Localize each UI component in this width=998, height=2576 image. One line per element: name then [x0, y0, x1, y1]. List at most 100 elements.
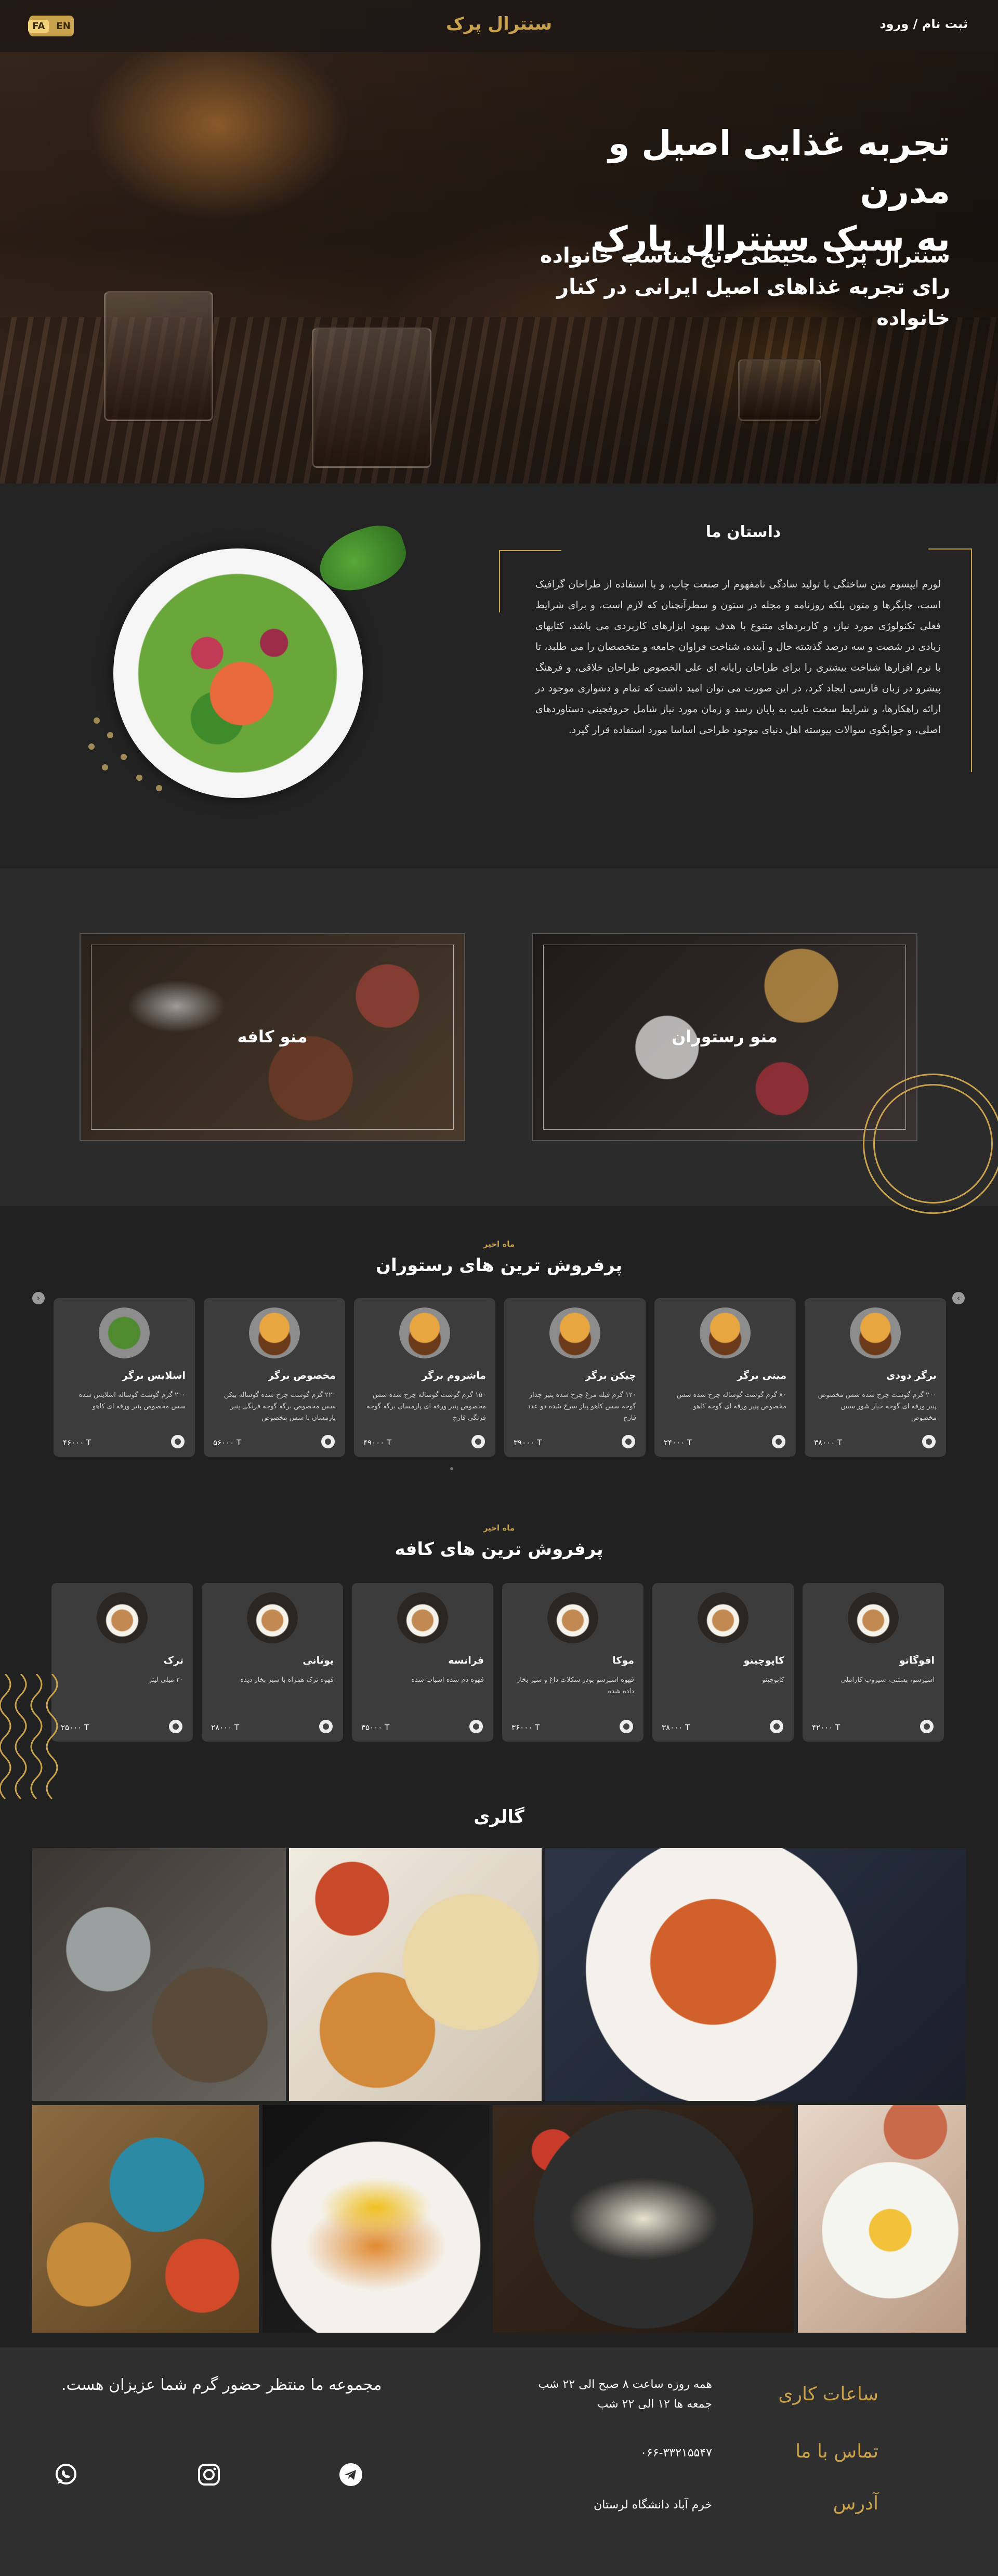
product-card[interactable]: ماشروم برگر ۱۵۰ گرم گوشت گوساله چرخ شده س… — [354, 1298, 495, 1457]
gallery-image[interactable] — [493, 2105, 794, 2333]
product-card[interactable]: افوگاتو اسپرسو، بستنی، سیروپ کاراملی ۴۲۰۰۰… — [803, 1583, 944, 1742]
product-price: ۴۹۰۰۰ T — [363, 1438, 392, 1447]
cart-icon[interactable] — [319, 1720, 333, 1733]
instagram-icon[interactable] — [196, 2462, 222, 2488]
slider-dot[interactable] — [450, 1467, 453, 1470]
product-description: ۸۰ گرم گوشت گوساله چرخ شده سس مخصوص پنیر… — [676, 1391, 786, 1410]
seed-decoration — [102, 764, 108, 770]
arrow-right-icon[interactable]: › — [952, 1292, 965, 1304]
seed-decoration — [156, 785, 162, 791]
seed-decoration — [136, 775, 142, 781]
footer-phone[interactable]: ۰۶۶-۳۳۲۱۵۵۴۷ — [463, 2443, 712, 2463]
footer-hours-text: همه روزه ساعت ۸ صبح الی ۲۲ شب جمعه ها ۱۲… — [463, 2375, 712, 2414]
footer-welcome-text: مجموعه ما منتظر حضور گرم شما عزیزان هست. — [61, 2376, 382, 2394]
product-name: مینی برگر — [737, 1370, 786, 1381]
product-image — [698, 1592, 748, 1643]
gallery-title: گالری — [474, 1807, 524, 1827]
product-card[interactable]: مخصوص برگر ۲۲۰ گرم گوشت چرخ شده گوساله بی… — [204, 1298, 345, 1457]
rings-decoration — [873, 1084, 993, 1204]
product-price: ۴۶۰۰۰ T — [63, 1438, 91, 1447]
footer-address: خرم آباد دانشگاه لرستان — [594, 2499, 712, 2512]
product-card[interactable]: اسلایس برگر ۲۰۰ گرم گوشت گوساله اسلایس شد… — [54, 1298, 195, 1457]
product-price: ۲۴۰۰۰ T — [664, 1438, 692, 1447]
cafe-menu-card[interactable]: منو کافه — [80, 933, 465, 1141]
cart-icon[interactable] — [321, 1435, 335, 1448]
product-image — [397, 1592, 448, 1643]
cart-icon[interactable] — [622, 1435, 635, 1448]
cart-icon[interactable] — [469, 1720, 483, 1733]
product-image — [549, 1307, 600, 1358]
hero-subtitle-line: رای تجربه غذاهای اصیل ایرانی در کنار خان… — [557, 275, 950, 330]
product-name: اسلایس برگر — [122, 1370, 186, 1381]
product-price: ۵۶۰۰۰ T — [213, 1438, 242, 1447]
login-register-link[interactable]: ثبت نام / ورود — [879, 17, 968, 31]
product-image — [97, 1592, 148, 1643]
cart-icon[interactable] — [471, 1435, 485, 1448]
restaurant-section-title: پرفروش ترین های رستوران — [375, 1255, 623, 1276]
product-description: ۲۰۰ گرم گوشت گوساله اسلایس شده سس مخصوص … — [78, 1391, 186, 1410]
cart-icon[interactable] — [922, 1435, 936, 1448]
product-price: ۳۵۰۰۰ T — [361, 1723, 390, 1732]
lang-fa-button[interactable]: FA — [28, 19, 49, 33]
footer-address-label[interactable]: آدرس — [833, 2493, 878, 2514]
cafe-menu-label: منو کافه — [237, 1027, 308, 1047]
cafe-section-title: پرفروش ترین های کافه — [395, 1539, 603, 1560]
product-price: ۳۸۰۰۰ T — [662, 1723, 690, 1732]
product-description: ۱۵۰ گرم گوشت گوساله چرخ شده سس مخصوص پنی… — [366, 1391, 486, 1422]
restaurant-eyebrow: ماه اخیر — [483, 1239, 515, 1249]
product-image — [249, 1307, 300, 1358]
gallery-image[interactable] — [798, 2105, 966, 2333]
product-card[interactable]: موکا قهوه اسپرسو پودر شکلات داغ و شیر بخا… — [502, 1583, 644, 1742]
gallery-image[interactable] — [545, 1848, 966, 2101]
cart-icon[interactable] — [171, 1435, 185, 1448]
site-header: FA EN سنترال پرک ثبت نام / ورود — [0, 0, 998, 52]
language-switch[interactable]: FA EN — [28, 16, 74, 36]
gallery-image[interactable] — [289, 1848, 542, 2101]
product-name: یونانی — [303, 1655, 334, 1666]
cart-icon[interactable] — [772, 1435, 785, 1448]
hero-title-line: تجربه غذایی اصیل و مدرن — [608, 123, 950, 211]
restaurant-menu-card[interactable]: منو رستوران — [532, 933, 917, 1141]
cart-icon[interactable] — [920, 1720, 934, 1733]
product-name: برگر دودی — [886, 1370, 937, 1381]
product-description: قهوه ترک همراه با شیر بخار دیده — [240, 1676, 334, 1684]
seed-decoration — [88, 743, 95, 750]
product-description: ۲۰۰ گرم گوشت چرخ شده سس مخصوص پنیر ورقه … — [818, 1391, 937, 1422]
seed-decoration — [94, 717, 100, 724]
gallery-image[interactable] — [32, 1848, 286, 2101]
hero-section: تجربه غذایی اصیل و مدرن به سبک سنترال پا… — [0, 0, 998, 483]
product-image — [399, 1307, 450, 1358]
product-name: فرانسه — [448, 1655, 484, 1666]
product-price: ۳۹۰۰۰ T — [514, 1438, 542, 1447]
brand-logo[interactable]: سنترال پرک — [0, 14, 998, 34]
restaurant-menu-label: منو رستوران — [672, 1027, 778, 1047]
gallery-image[interactable] — [32, 2105, 259, 2333]
lang-en-button[interactable]: EN — [52, 20, 74, 33]
footer-contact-label[interactable]: تماس با ما — [795, 2441, 878, 2462]
cart-icon[interactable] — [620, 1720, 633, 1733]
product-card[interactable]: یونانی قهوه ترک همراه با شیر بخار دیده ۲۸۰… — [202, 1583, 343, 1742]
whatsapp-icon[interactable] — [53, 2462, 79, 2488]
product-image — [848, 1592, 899, 1643]
arrow-left-icon[interactable]: ‹ — [32, 1292, 45, 1304]
product-image — [547, 1592, 598, 1643]
seed-decoration — [121, 754, 127, 760]
product-card[interactable]: چیکن برگر ۱۲۰ گرم فیله مرغ چرخ شده پنیر چ… — [504, 1298, 646, 1457]
hero-subtitle: سنترال پرک محیطی دنج مناسب خانواده رای ت… — [482, 240, 950, 334]
product-card[interactable]: مینی برگر ۸۰ گرم گوشت گوساله چرخ شده سس م… — [654, 1298, 796, 1457]
telegram-icon[interactable] — [338, 2462, 364, 2488]
salad-food-image — [136, 572, 339, 775]
product-description: ۲۰ میلی لیتر — [148, 1676, 183, 1684]
cart-icon[interactable] — [169, 1720, 182, 1733]
product-card[interactable]: برگر دودی ۲۰۰ گرم گوشت چرخ شده سس مخصوص پ… — [805, 1298, 946, 1457]
gallery-image[interactable] — [262, 2105, 489, 2333]
product-card[interactable]: فرانسه قهوه دم شده اسیاب شده ۳۵۰۰۰ T — [352, 1583, 493, 1742]
cart-icon[interactable] — [770, 1720, 783, 1733]
product-image — [247, 1592, 298, 1643]
product-name: کاپوچینو — [743, 1655, 784, 1666]
product-card[interactable]: کاپوچینو کاپوچینو ۳۸۰۰۰ T — [652, 1583, 794, 1742]
footer-hours-label[interactable]: ساعات کاری — [778, 2384, 878, 2405]
product-image — [850, 1307, 901, 1358]
product-description: ۱۲۰ گرم فیله مرغ چرخ شده پنیر چدار گوجه … — [527, 1391, 636, 1422]
product-description: اسپرسو، بستنی، سیروپ کاراملی — [841, 1676, 935, 1684]
